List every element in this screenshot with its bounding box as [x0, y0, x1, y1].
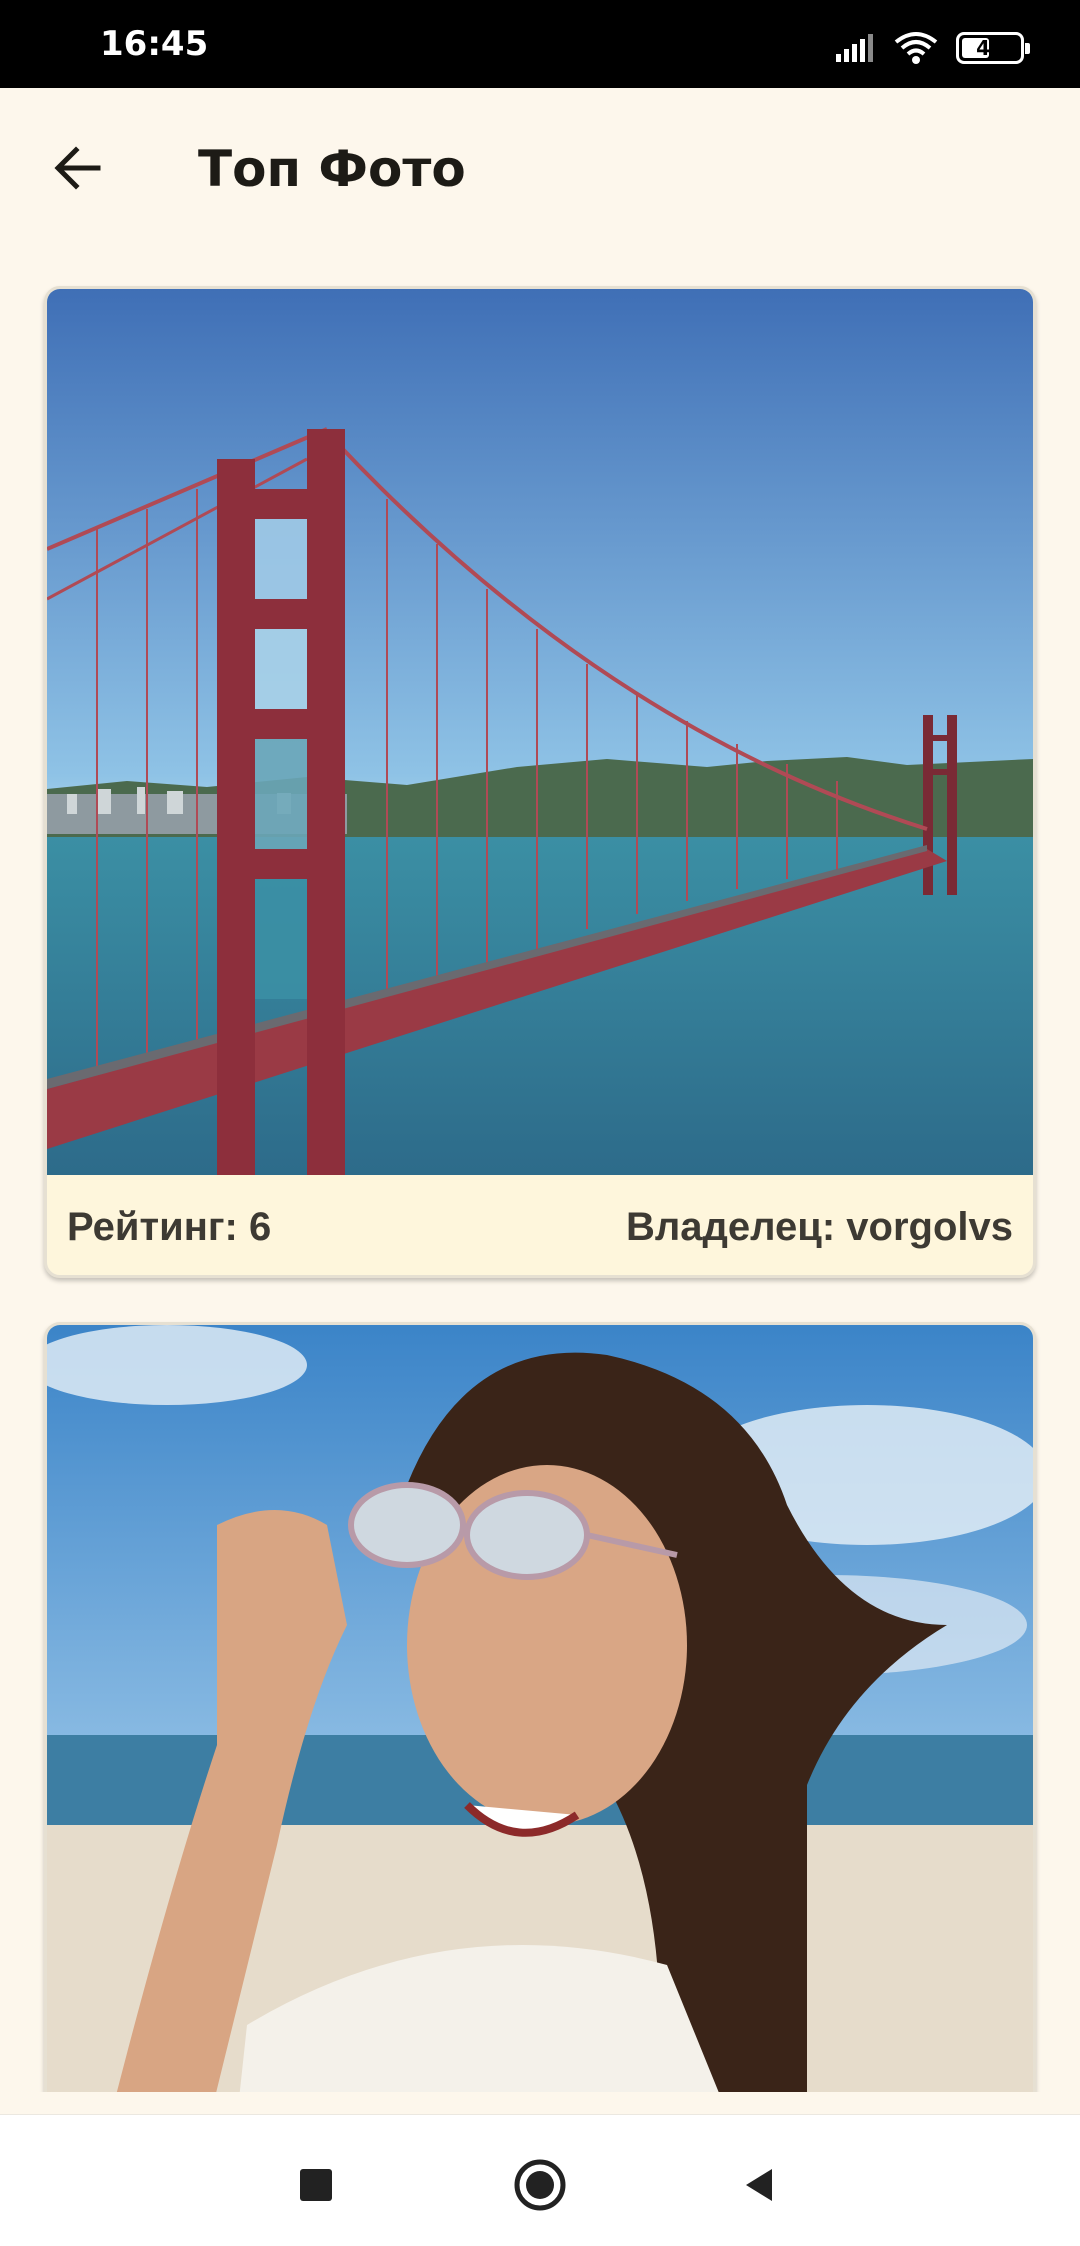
recents-square-icon: [300, 2169, 332, 2201]
photo-feed[interactable]: Рейтинг: 6 Владелец: vorgolvs: [0, 248, 1080, 2092]
status-icons: 48: [834, 28, 1030, 68]
wifi-icon: [894, 32, 938, 64]
back-button[interactable]: [36, 126, 120, 210]
photo-card[interactable]: Рейтинг: 6 Владелец: vorgolvs: [44, 286, 1036, 1278]
recents-button[interactable]: [276, 2145, 356, 2225]
rating-label: Рейтинг: 6: [67, 1205, 272, 1249]
system-back-button[interactable]: [720, 2145, 800, 2225]
photo-woman-sunglasses[interactable]: [47, 1325, 1033, 2092]
home-button[interactable]: [500, 2145, 580, 2225]
owner-label: Владелец: vorgolvs: [625, 1205, 1013, 1249]
battery-icon: 48: [956, 32, 1030, 64]
page-title: Топ Фото: [198, 140, 466, 198]
status-time: 16:45: [100, 24, 209, 64]
home-circle-icon: [514, 2159, 566, 2211]
battery-text: 48: [976, 36, 1004, 60]
system-nav-bar: [0, 2114, 1080, 2246]
back-triangle-icon: [746, 2169, 772, 2201]
app-bar: Топ Фото: [0, 88, 1080, 248]
photo-card[interactable]: [44, 1322, 1036, 2092]
photo-card-footer: Рейтинг: 6 Владелец: vorgolvs: [47, 1175, 1033, 1275]
signal-icon: [836, 34, 873, 62]
status-bar: 16:45 48: [0, 0, 1080, 88]
photo-golden-gate-bridge[interactable]: [47, 289, 1033, 1175]
arrow-left-icon: [54, 146, 101, 190]
